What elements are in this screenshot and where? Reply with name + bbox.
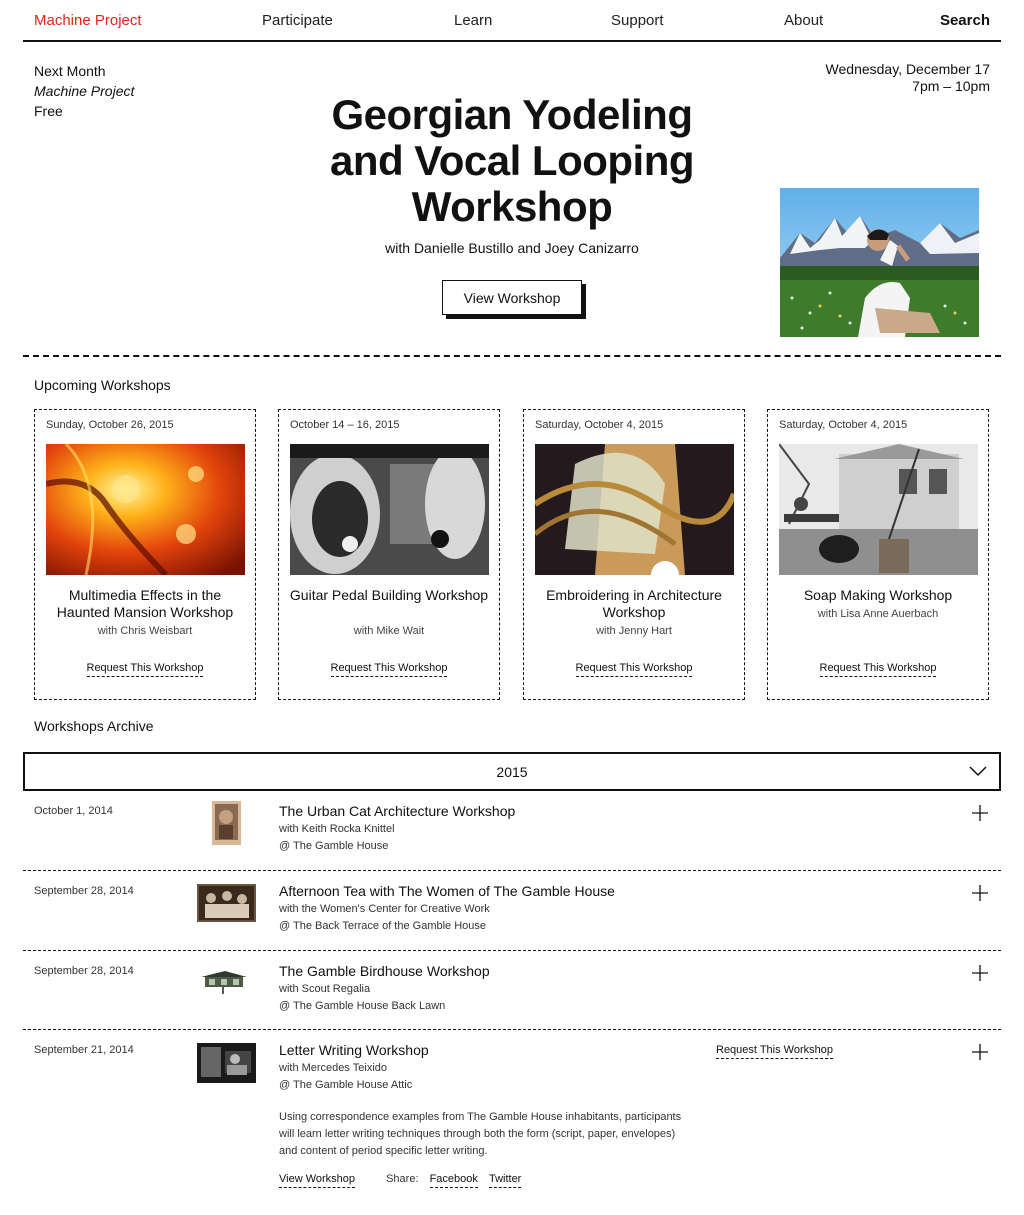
- card-date: Saturday, October 4, 2015: [779, 419, 908, 431]
- workshop-card: Sunday, October 26, 2015 Multimedia Effe…: [34, 409, 256, 700]
- chevron-down-icon: [969, 763, 987, 782]
- year-value: 2015: [496, 763, 528, 780]
- featured-workshop: Next Month Machine Project Free Wednesda…: [0, 44, 1024, 356]
- card-date: Saturday, October 4, 2015: [535, 419, 664, 431]
- workshop-card: Saturday, October 4, 2015 Soap Making Wo…: [767, 409, 989, 700]
- request-workshop-link[interactable]: Request This Workshop: [86, 662, 204, 677]
- row-title[interactable]: The Urban Cat Architecture Workshop: [279, 803, 515, 819]
- brand-link[interactable]: Machine Project: [34, 12, 142, 29]
- row-location: @ The Gamble House Attic: [279, 1079, 413, 1091]
- card-title[interactable]: Embroidering in Architecture Workshop: [530, 587, 738, 621]
- archive-heading: Workshops Archive: [34, 718, 154, 734]
- row-description: Using correspondence examples from The G…: [279, 1111, 682, 1157]
- row-thumbnail[interactable]: [212, 801, 241, 845]
- row-instructor: with Scout Regalia: [279, 983, 371, 995]
- workshop-card: October 14 – 16, 2015 Guitar Pedal Build…: [278, 409, 500, 700]
- archive-row: September 28, 2014 The Gamble Birdhouse …: [23, 951, 1001, 1030]
- row-title[interactable]: The Gamble Birdhouse Workshop: [279, 963, 490, 979]
- card-thumbnail[interactable]: [779, 444, 978, 575]
- view-workshop-link[interactable]: View Workshop: [279, 1173, 356, 1188]
- hero-date: Wednesday, December 17: [825, 61, 990, 77]
- nav-support[interactable]: Support: [611, 12, 664, 29]
- section-divider: [23, 355, 1001, 357]
- row-instructor: with the Women's Center for Creative Wor…: [279, 903, 490, 915]
- hero-photo: [780, 188, 979, 337]
- share-label: Share:: [386, 1173, 419, 1185]
- view-workshop-button[interactable]: View Workshop: [442, 280, 582, 315]
- hero-time: 7pm – 10pm: [912, 78, 990, 94]
- year-dropdown[interactable]: 2015: [23, 752, 1001, 791]
- card-title[interactable]: Soap Making Workshop: [774, 587, 982, 604]
- nav-about[interactable]: About: [784, 12, 823, 29]
- facebook-share-link[interactable]: Facebook: [429, 1173, 478, 1188]
- card-instructor: with Lisa Anne Auerbach: [817, 608, 939, 620]
- request-workshop-link[interactable]: Request This Workshop: [716, 1044, 833, 1059]
- row-title[interactable]: Afternoon Tea with The Women of The Gamb…: [279, 883, 615, 899]
- row-title[interactable]: Letter Writing Workshop: [279, 1042, 429, 1058]
- row-thumbnail[interactable]: [197, 884, 256, 922]
- hero-instructors: with Danielle Bustillo and Joey Canizarr…: [385, 240, 639, 256]
- twitter-share-link[interactable]: Twitter: [488, 1173, 522, 1188]
- row-thumbnail[interactable]: [197, 1043, 256, 1083]
- search-link[interactable]: Search: [940, 12, 990, 29]
- expand-plus-icon[interactable]: [971, 1043, 989, 1061]
- request-workshop-link[interactable]: Request This Workshop: [819, 662, 937, 677]
- archive-row: September 28, 2014 Afternoon Tea with Th…: [23, 871, 1001, 950]
- row-instructor: with Keith Rocka Knittel: [279, 823, 395, 835]
- card-thumbnail[interactable]: [290, 444, 489, 575]
- nav-learn[interactable]: Learn: [454, 12, 492, 29]
- expand-plus-icon[interactable]: [971, 884, 989, 902]
- request-workshop-link[interactable]: Request This Workshop: [575, 662, 693, 677]
- hero-when: Next Month: [34, 63, 106, 79]
- row-date: September 21, 2014: [34, 1044, 134, 1056]
- card-date: October 14 – 16, 2015: [290, 419, 400, 431]
- card-thumbnail[interactable]: [46, 444, 245, 575]
- top-nav: Machine Project Participate Learn Suppor…: [23, 0, 1001, 42]
- row-actions: View Workshop Share: Facebook Twitter: [279, 1173, 522, 1188]
- upcoming-heading: Upcoming Workshops: [34, 377, 171, 393]
- nav-participate[interactable]: Participate: [262, 12, 333, 29]
- hero-datetime: Wednesday, December 17 7pm – 10pm: [826, 61, 990, 95]
- card-date: Sunday, October 26, 2015: [46, 419, 174, 431]
- row-instructor: with Mercedes Teixido: [279, 1062, 388, 1074]
- archive-row-expanded: September 21, 2014 Letter Writing Worksh…: [23, 1030, 1001, 1215]
- hero-meta: Next Month Machine Project Free: [34, 61, 134, 121]
- row-date: September 28, 2014: [34, 965, 134, 977]
- row-date: September 28, 2014: [34, 885, 134, 897]
- card-instructor: with Mike Wait: [353, 625, 425, 637]
- row-location: @ The Gamble House: [279, 840, 389, 852]
- request-workshop-link[interactable]: Request This Workshop: [330, 662, 448, 677]
- row-location: @ The Back Terrace of the Gamble House: [279, 920, 487, 932]
- expand-plus-icon[interactable]: [971, 804, 989, 822]
- row-thumbnail[interactable]: [199, 969, 251, 995]
- card-title[interactable]: Guitar Pedal Building Workshop: [285, 587, 493, 604]
- card-title[interactable]: Multimedia Effects in the Haunted Mansio…: [41, 587, 249, 621]
- hero-title: Georgian Yodeling and Vocal Looping Work…: [329, 91, 695, 230]
- hero-price: Free: [34, 103, 63, 119]
- workshop-card: Saturday, October 4, 2015 Embroidering i…: [523, 409, 745, 700]
- card-instructor: with Jenny Hart: [596, 625, 672, 637]
- card-thumbnail[interactable]: [535, 444, 734, 575]
- archive-row: October 1, 2014 The Urban Cat Architectu…: [23, 791, 1001, 870]
- expand-plus-icon[interactable]: [971, 964, 989, 982]
- hero-venue: Machine Project: [34, 83, 135, 99]
- card-instructor: with Chris Weisbart: [97, 625, 193, 637]
- row-date: October 1, 2014: [34, 805, 113, 817]
- row-location: @ The Gamble House Back Lawn: [279, 1000, 446, 1012]
